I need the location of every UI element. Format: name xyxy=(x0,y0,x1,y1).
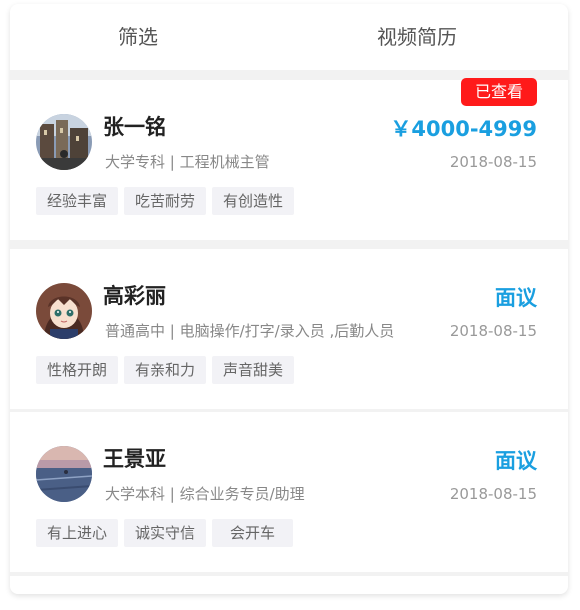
salary: ￥4000-4999 xyxy=(390,117,537,141)
candidate-name: 张一铭 xyxy=(103,115,166,139)
resume-card[interactable]: 已查看 张一铭 大学专科 | 工程机械主管 ￥4000-4999 2018-08… xyxy=(10,78,568,240)
resume-card[interactable]: 王景亚 大学本科 | 综合业务专员/助理 面议 2018-08-15 有上进心 … xyxy=(10,412,568,572)
post-date: 2018-08-15 xyxy=(449,485,537,503)
candidate-info: 大学本科 | 综合业务专员/助理 xyxy=(105,483,305,504)
avatar-photo-street-icon xyxy=(36,114,92,170)
job-title: 综合业务专员/助理 xyxy=(179,485,305,503)
viewed-badge: 已查看 xyxy=(461,78,537,106)
resume-card[interactable]: 高彩丽 普通高中 | 电脑操作/打字/录入员 ,后勤人员 面议 2018-08-… xyxy=(10,249,568,409)
tag: 声音甜美 xyxy=(212,356,295,384)
avatar xyxy=(36,446,92,502)
tag: 有上进心 xyxy=(36,519,119,547)
candidate-name: 高彩丽 xyxy=(103,284,166,308)
candidate-info: 普通高中 | 电脑操作/打字/录入员 ,后勤人员 xyxy=(105,320,394,341)
avatar xyxy=(36,283,92,339)
avatar-seascape-icon xyxy=(36,446,92,502)
tag-list: 经验丰富 吃苦耐劳 有创造性 xyxy=(36,187,300,215)
avatar xyxy=(36,114,92,170)
avatar-anime-girl-icon xyxy=(36,283,92,339)
education-level: 大学本科 xyxy=(105,485,166,503)
tab-filter[interactable]: 筛选 xyxy=(10,4,266,70)
tag-list: 有上进心 诚实守信 会开车 xyxy=(36,519,299,547)
resume-list-panel: 筛选 视频简历 已查看 张一铭 大学专科 | 工程机械主管 ￥4000-4999 xyxy=(10,4,568,594)
resume-card-partial[interactable] xyxy=(10,576,568,594)
education-level: 普通高中 xyxy=(105,322,166,340)
post-date: 2018-08-15 xyxy=(449,322,537,340)
education-level: 大学专科 xyxy=(105,153,166,171)
separator: | xyxy=(165,485,180,503)
tab-bar: 筛选 视频简历 xyxy=(10,4,568,70)
tab-video-resume[interactable]: 视频简历 xyxy=(266,4,568,70)
tag: 有亲和力 xyxy=(124,356,207,384)
tag: 有创造性 xyxy=(212,187,295,215)
post-date: 2018-08-15 xyxy=(449,153,537,171)
job-title: 工程机械主管 xyxy=(179,153,270,171)
separator: | xyxy=(165,153,180,171)
tag: 性格开朗 xyxy=(36,356,119,384)
tag-list: 性格开朗 有亲和力 声音甜美 xyxy=(36,356,300,384)
salary: 面议 xyxy=(495,449,537,473)
job-title: 电脑操作/打字/录入员 ,后勤人员 xyxy=(179,322,395,340)
separator: | xyxy=(165,322,180,340)
tag: 会开车 xyxy=(212,519,294,547)
salary: 面议 xyxy=(495,286,537,310)
tag: 诚实守信 xyxy=(124,519,207,547)
candidate-info: 大学专科 | 工程机械主管 xyxy=(105,151,270,172)
candidate-name: 王景亚 xyxy=(103,447,166,471)
tag: 吃苦耐劳 xyxy=(124,187,207,215)
tag: 经验丰富 xyxy=(36,187,119,215)
